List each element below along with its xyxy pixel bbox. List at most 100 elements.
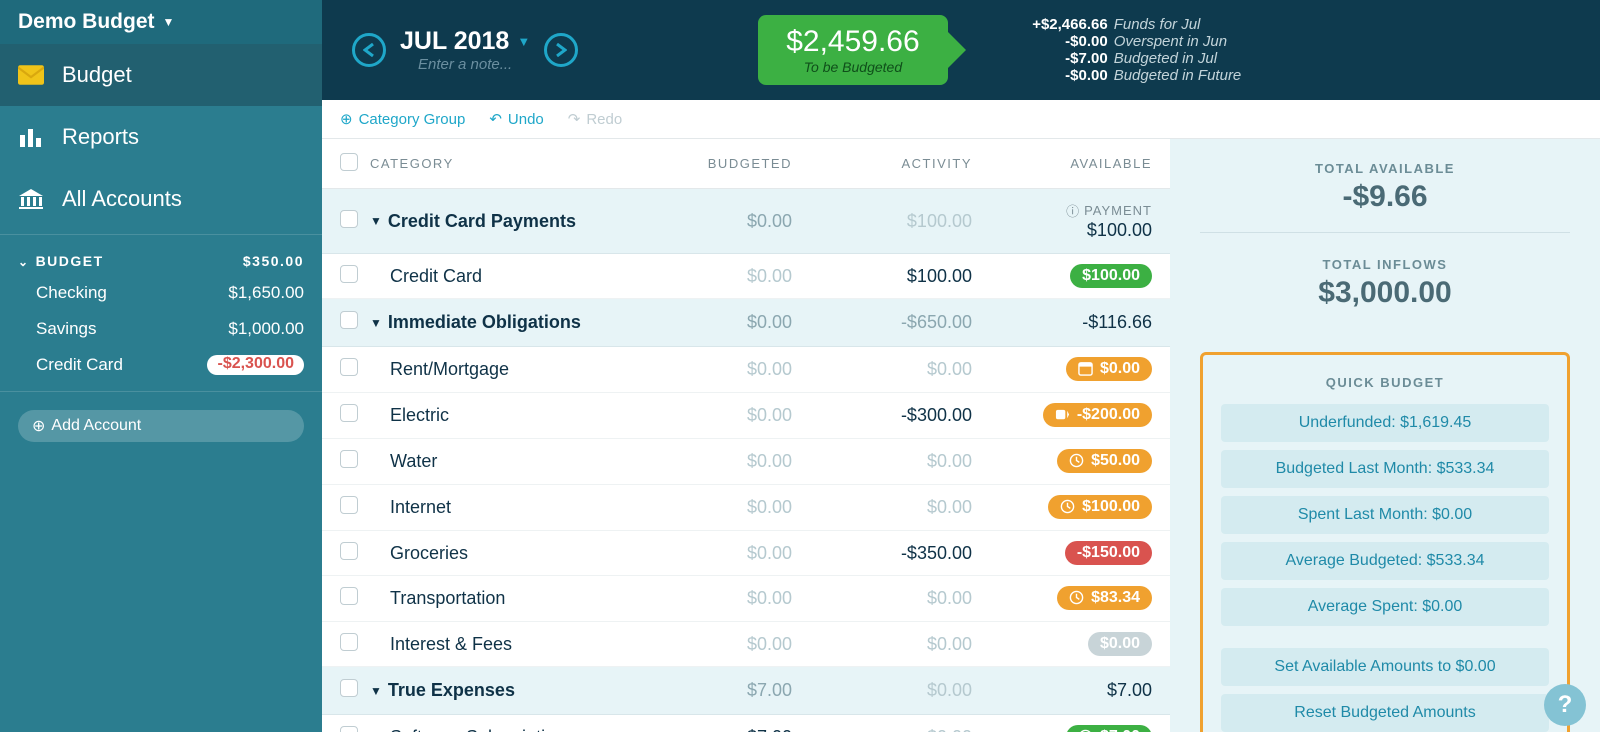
tool-label: Category Group xyxy=(359,111,466,128)
category-checkbox[interactable] xyxy=(340,265,358,283)
bolt-icon xyxy=(1055,407,1071,423)
budget-summary: +$2,466.66Funds for Jul-$0.00Overspent i… xyxy=(1018,16,1242,84)
summary-line: +$2,466.66Funds for Jul xyxy=(1018,16,1242,33)
group-checkbox[interactable] xyxy=(340,679,358,697)
category-row[interactable]: Rent/Mortgage $0.00 $0.00 $0.00 xyxy=(322,347,1170,393)
category-row[interactable]: Electric $0.00 -$300.00 -$200.00 xyxy=(322,393,1170,439)
group-budgeted: $7.00 xyxy=(612,680,792,701)
category-budgeted[interactable]: $0.00 xyxy=(612,543,792,564)
category-row[interactable]: Transportation $0.00 $0.00 $83.34 xyxy=(322,576,1170,622)
available-pill[interactable]: -$150.00 xyxy=(1065,541,1152,565)
category-activity: $0.00 xyxy=(792,588,972,609)
collapse-icon[interactable]: ▼ xyxy=(370,214,382,228)
category-row[interactable]: Credit Card $0.00 $100.00 $100.00 xyxy=(322,254,1170,299)
add-category-group-button[interactable]: ⊕ Category Group xyxy=(340,110,465,128)
account-row[interactable]: Credit Card-$2,300.00 xyxy=(18,347,304,383)
category-checkbox[interactable] xyxy=(340,496,358,514)
group-available: -$116.66 xyxy=(972,312,1152,333)
divider xyxy=(0,391,322,392)
category-budgeted[interactable]: $0.00 xyxy=(612,634,792,655)
category-name: Water xyxy=(370,451,612,472)
nav-reports[interactable]: Reports xyxy=(0,106,322,168)
nav-label: Reports xyxy=(62,124,139,150)
category-budgeted[interactable]: $0.00 xyxy=(612,497,792,518)
quick-budget-button[interactable]: Spent Last Month: $0.00 xyxy=(1221,496,1549,534)
quick-budget-button[interactable]: Average Budgeted: $533.34 xyxy=(1221,542,1549,580)
sidebar: Demo Budget ▼ Budget Reports All Account… xyxy=(0,0,322,732)
available-pill[interactable]: $100.00 xyxy=(1048,495,1152,519)
category-group-row[interactable]: ▼Immediate Obligations $0.00 -$650.00 -$… xyxy=(322,299,1170,347)
available-value: $100.00 xyxy=(1082,498,1140,516)
category-budgeted[interactable]: $0.00 xyxy=(612,588,792,609)
budget-selector[interactable]: Demo Budget ▼ xyxy=(0,0,322,44)
available-pill[interactable]: -$200.00 xyxy=(1043,403,1152,427)
group-activity: $100.00 xyxy=(792,211,972,232)
nav-budget[interactable]: Budget xyxy=(0,44,322,106)
category-budgeted[interactable]: $0.00 xyxy=(612,359,792,380)
help-button[interactable]: ? xyxy=(1544,684,1586,726)
select-all-checkbox[interactable] xyxy=(340,153,358,171)
account-group-header[interactable]: ⌄BUDGET $350.00 xyxy=(18,247,304,275)
account-balance: $1,000.00 xyxy=(228,319,304,339)
category-activity: $0.00 xyxy=(792,497,972,518)
available-pill[interactable]: $0.00 xyxy=(1088,632,1152,656)
category-activity: $0.00 xyxy=(792,451,972,472)
quick-budget-button[interactable]: Average Spent: $0.00 xyxy=(1221,588,1549,626)
category-checkbox[interactable] xyxy=(340,358,358,376)
month-note-input[interactable]: Enter a note... xyxy=(400,56,530,73)
group-available: $7.00 xyxy=(972,680,1152,701)
account-group-label: BUDGET xyxy=(36,253,104,269)
available-pill[interactable]: $100.00 xyxy=(1070,264,1152,288)
category-row[interactable]: Groceries $0.00 -$350.00 -$150.00 xyxy=(322,531,1170,576)
quick-budget-action[interactable]: Set Available Amounts to $0.00 xyxy=(1221,648,1549,686)
category-row[interactable]: Internet $0.00 $0.00 $100.00 xyxy=(322,485,1170,531)
category-checkbox[interactable] xyxy=(340,404,358,422)
group-checkbox[interactable] xyxy=(340,210,358,228)
category-group-row[interactable]: ▼Credit Card Payments $0.00 $100.00 ⓘ PA… xyxy=(322,189,1170,254)
summary-label: Funds for Jul xyxy=(1114,16,1201,33)
category-budgeted[interactable]: $0.00 xyxy=(612,451,792,472)
quick-budget-action[interactable]: Reset Budgeted Amounts xyxy=(1221,694,1549,732)
col-category: CATEGORY xyxy=(370,156,612,171)
category-group-row[interactable]: ▼True Expenses $7.00 $0.00 $7.00 xyxy=(322,667,1170,715)
category-activity: -$300.00 xyxy=(792,405,972,426)
account-row[interactable]: Savings $1,000.00 xyxy=(18,311,304,347)
month-selector[interactable]: JUL 2018▼ Enter a note... xyxy=(400,27,530,73)
undo-button[interactable]: ↶ Undo xyxy=(489,110,543,128)
collapse-icon[interactable]: ▼ xyxy=(370,684,382,698)
available-pill[interactable]: $83.34 xyxy=(1057,586,1152,610)
quick-budget-button[interactable]: Budgeted Last Month: $533.34 xyxy=(1221,450,1549,488)
available-pill[interactable]: $50.00 xyxy=(1057,449,1152,473)
category-activity: $0.00 xyxy=(792,634,972,655)
category-budgeted[interactable]: $7.00 xyxy=(612,727,792,732)
category-checkbox[interactable] xyxy=(340,587,358,605)
available-pill[interactable]: $0.00 xyxy=(1066,357,1152,381)
category-checkbox[interactable] xyxy=(340,726,358,732)
budget-table: CATEGORY BUDGETED ACTIVITY AVAILABLE ▼Cr… xyxy=(322,139,1170,732)
total-inflows-label: TOTAL INFLOWS xyxy=(1200,257,1570,272)
group-activity: -$650.00 xyxy=(792,312,972,333)
next-month-button[interactable] xyxy=(544,33,578,67)
total-inflows-block: TOTAL INFLOWS $3,000.00 xyxy=(1200,257,1570,328)
collapse-icon[interactable]: ▼ xyxy=(370,316,382,330)
category-row[interactable]: Software Subscriptions $7.00 $0.00 $7.00 xyxy=(322,715,1170,732)
account-name: Savings xyxy=(36,319,96,339)
prev-month-button[interactable] xyxy=(352,33,386,67)
available-pill[interactable]: $7.00 xyxy=(1066,725,1152,732)
category-checkbox[interactable] xyxy=(340,450,358,468)
quick-budget-button[interactable]: Underfunded: $1,619.45 xyxy=(1221,404,1549,442)
nav-all-accounts[interactable]: All Accounts xyxy=(0,168,322,230)
add-account-button[interactable]: ⊕ Add Account xyxy=(18,410,304,442)
category-budgeted[interactable]: $0.00 xyxy=(612,266,792,287)
category-row[interactable]: Interest & Fees $0.00 $0.00 $0.00 xyxy=(322,622,1170,667)
group-checkbox[interactable] xyxy=(340,311,358,329)
account-row[interactable]: Checking$1,650.00 xyxy=(18,275,304,311)
redo-button[interactable]: ↷ Redo xyxy=(568,110,622,128)
category-checkbox[interactable] xyxy=(340,633,358,651)
category-checkbox[interactable] xyxy=(340,542,358,560)
category-budgeted[interactable]: $0.00 xyxy=(612,405,792,426)
category-row[interactable]: Water $0.00 $0.00 $50.00 xyxy=(322,439,1170,485)
bank-icon xyxy=(18,188,44,210)
month-navigation: JUL 2018▼ Enter a note... xyxy=(352,27,578,73)
summary-line: -$7.00Budgeted in Jul xyxy=(1018,50,1242,67)
